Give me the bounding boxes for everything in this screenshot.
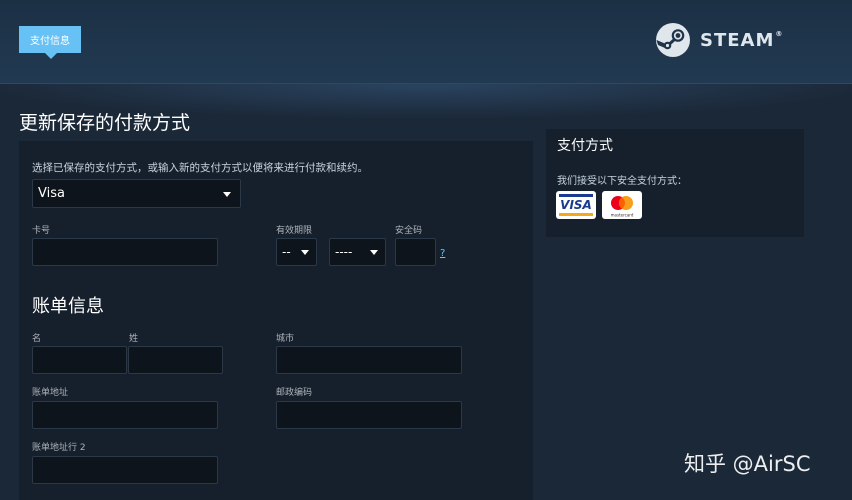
mastercard-card-text: mastercard — [611, 213, 634, 218]
city-input[interactable] — [276, 346, 462, 374]
payment-methods-sidebar: 支付方式 我们接受以下安全支付方式： VISA mastercard — [546, 129, 804, 237]
mastercard-card-icon: mastercard — [602, 191, 642, 219]
page-title: 更新保存的付款方式 — [19, 112, 191, 134]
zhihu-watermark: 知乎 @AirSC — [684, 452, 811, 476]
billing-section-title: 账单信息 — [32, 296, 104, 317]
billing-address2-label: 账单地址行 2 — [32, 443, 86, 453]
sidebar-title: 支付方式 — [557, 138, 613, 154]
card-number-label: 卡号 — [32, 226, 51, 236]
first-name-input[interactable] — [32, 346, 127, 374]
payment-form-panel: 选择已保存的支付方式，或输入新的支付方式以便将来进行付款和续约。 Visa 卡号… — [19, 141, 533, 500]
payment-method-select[interactable]: Visa — [32, 179, 241, 208]
chevron-down-icon — [301, 250, 309, 255]
visa-card-text: VISA — [560, 198, 592, 212]
postal-code-input[interactable] — [276, 401, 462, 429]
expiration-month-select[interactable]: -- — [276, 238, 317, 266]
chevron-down-icon — [223, 191, 231, 197]
billing-address-input[interactable] — [32, 401, 218, 429]
postal-code-label: 邮政编码 — [276, 388, 313, 398]
expiration-month-value: -- — [282, 245, 291, 259]
card-number-input[interactable] — [32, 238, 218, 266]
steam-logo-icon — [656, 23, 690, 57]
last-name-label: 姓 — [129, 334, 139, 344]
billing-address-label: 账单地址 — [32, 388, 69, 398]
step-badge-payment-info: 支付信息 — [19, 26, 81, 59]
last-name-input[interactable] — [128, 346, 223, 374]
intro-text: 选择已保存的支付方式，或输入新的支付方式以便将来进行付款和续约。 — [32, 162, 368, 174]
billing-address2-input[interactable] — [32, 456, 218, 484]
visa-card-icon: VISA — [556, 191, 596, 219]
city-label: 城市 — [276, 334, 295, 344]
first-name-label: 名 — [32, 334, 42, 344]
expiration-year-select[interactable]: ---- — [329, 238, 386, 266]
chevron-down-icon — [370, 250, 378, 255]
mastercard-icon: mastercard — [611, 196, 634, 218]
payment-method-value: Visa — [38, 186, 65, 201]
security-code-input[interactable] — [395, 238, 436, 266]
security-code-help-link[interactable]: ? — [440, 248, 445, 259]
security-code-label: 安全码 — [395, 226, 423, 236]
expiration-label: 有效期限 — [276, 226, 313, 236]
steam-logo-text: STEAM® — [700, 29, 784, 51]
accepted-methods-text: 我们接受以下安全支付方式： — [557, 176, 687, 187]
expiration-year-value: ---- — [335, 245, 353, 259]
steam-logo[interactable]: STEAM® — [655, 22, 783, 58]
top-header: 支付信息 STEAM® — [0, 0, 852, 84]
